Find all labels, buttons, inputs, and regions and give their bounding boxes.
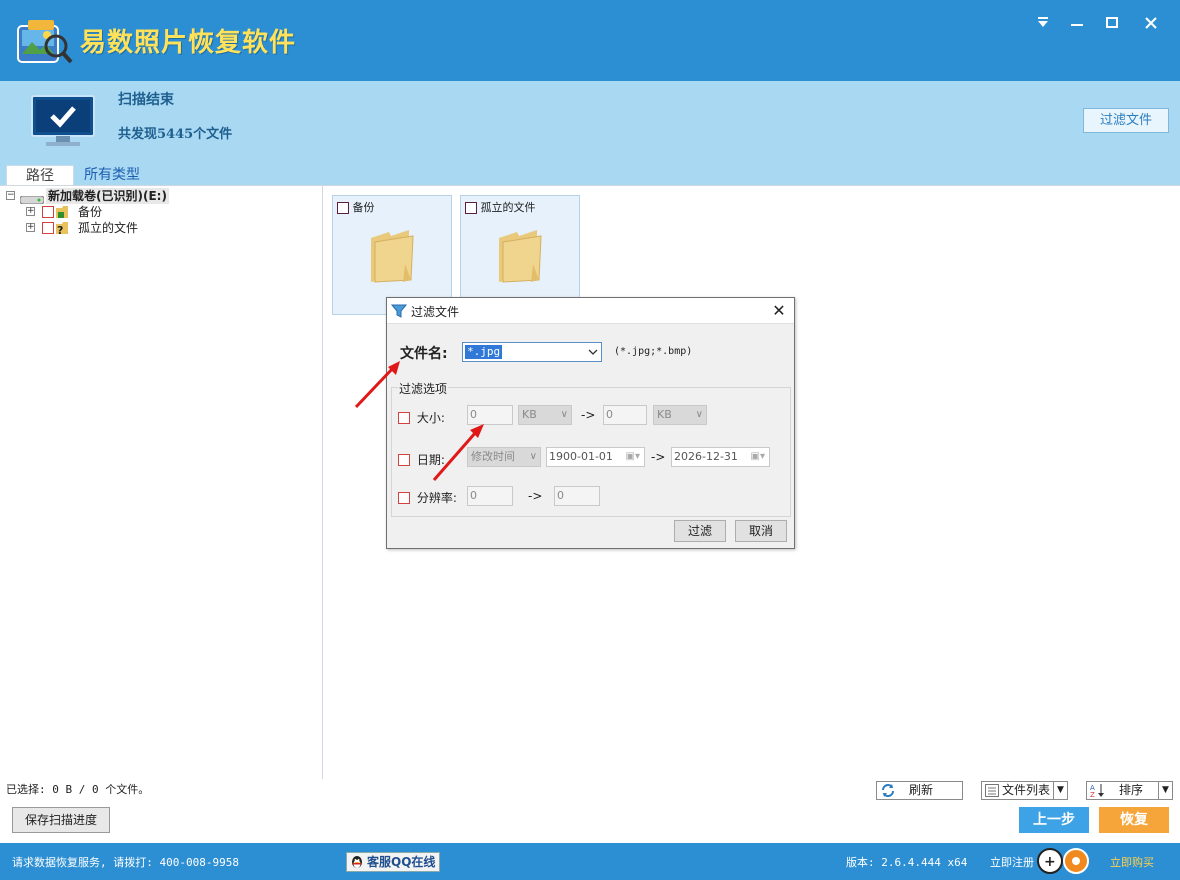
qq-support-label: 客服QQ在线 [367, 855, 436, 869]
version-text: 版本: 2.6.4.444 x64 [846, 856, 968, 869]
filter-files-button[interactable]: 过滤文件 [1083, 108, 1169, 133]
filename-combobox[interactable]: *.jpg [462, 342, 602, 362]
footer-bar: 请求数据恢复服务, 请拨打: 400-008-9958 客服QQ在线 版本: 2… [0, 843, 1180, 880]
orphan-folder-icon: ? [56, 221, 72, 237]
view-tabs: 路径 所有类型 [0, 157, 1180, 185]
folder-icon [499, 230, 542, 283]
expand-icon[interactable]: + [26, 207, 35, 216]
file-list-label: 文件列表 [1002, 783, 1051, 797]
folder-icon [371, 230, 414, 283]
folder-card-label: 备份 [352, 201, 375, 214]
funnel-icon [390, 303, 408, 322]
app-logo-icon [14, 14, 74, 68]
previous-step-button[interactable]: 上一步 [1019, 807, 1089, 833]
resolution-range-arrow: -> [528, 489, 543, 503]
expand-icon[interactable]: + [26, 223, 35, 232]
qq-penguin-icon [349, 854, 365, 875]
calendar-dropdown-icon[interactable]: ▣▾ [751, 448, 765, 466]
apply-filter-button[interactable]: 过滤 [674, 520, 726, 542]
app-title: 易数照片恢复软件 [80, 28, 297, 58]
selection-info: 已选择: 0 B / 0 个文件。 [6, 783, 150, 796]
folder-card-label: 孤立的文件 [480, 201, 536, 214]
svg-text:?: ? [57, 224, 63, 235]
size-unit-min-select[interactable]: KB ∨ [518, 405, 572, 425]
title-bar: 易数照片恢复软件 [0, 0, 1180, 81]
tree-root-label: 新加载卷(已识别)(E:) [46, 188, 169, 204]
sort-label: 排序 [1119, 783, 1144, 797]
buy-link[interactable]: 立即购买 [1110, 854, 1154, 870]
date-to-picker[interactable]: 2026-12-31 ▣▾ [671, 447, 770, 467]
resolution-label: 分辨率: [416, 491, 457, 505]
cancel-button[interactable]: 取消 [735, 520, 787, 542]
chevron-down-icon[interactable]: ▼ [1053, 782, 1067, 799]
service-hotline-text: 请求数据恢复服务, 请拨打: 400-008-9958 [12, 856, 239, 869]
watermark-logo-icon: + [1036, 846, 1092, 876]
list-view-icon [985, 784, 999, 802]
sort-select[interactable]: AZ 排序 ▼ [1086, 781, 1173, 800]
refresh-icon [880, 783, 896, 803]
resolution-filter-row: 分辨率: [398, 489, 457, 506]
scan-status-panel: 扫描结束 共发现5445个文件 过滤文件 [0, 81, 1180, 157]
maximize-icon[interactable] [1099, 10, 1125, 36]
date-range-arrow: -> [651, 450, 666, 464]
chevron-down-icon[interactable]: ∨ [696, 406, 703, 424]
tree-item-label: 孤立的文件 [78, 221, 139, 235]
date-from-picker[interactable]: 1900-01-01 ▣▾ [546, 447, 645, 467]
qq-support-button[interactable]: 客服QQ在线 [346, 852, 440, 872]
size-unit-max-value: KB [657, 408, 672, 421]
annotation-arrow-icon [432, 424, 484, 481]
collapse-icon[interactable]: − [6, 191, 15, 200]
dialog-title: 过滤文件 [411, 305, 460, 319]
monitor-check-icon [30, 94, 96, 150]
calendar-dropdown-icon[interactable]: ▣▾ [626, 448, 640, 466]
scan-status-text: 扫描结束 [118, 92, 174, 108]
tree-checkbox[interactable] [42, 206, 54, 218]
refresh-button[interactable]: 刷新 [876, 781, 963, 800]
close-icon[interactable] [1138, 10, 1164, 36]
file-list-view-select[interactable]: 文件列表 ▼ [981, 781, 1068, 800]
menu-dropdown-icon[interactable] [1030, 10, 1056, 36]
folder-checkbox[interactable] [465, 202, 477, 214]
found-count-text: 共发现5445个文件 [118, 127, 233, 142]
drive-icon [19, 192, 45, 205]
tab-all-types[interactable]: 所有类型 [80, 165, 144, 185]
tree-item-label: 备份 [78, 205, 103, 219]
restore-button[interactable]: 恢复 [1099, 807, 1169, 833]
size-unit-min-value: KB [522, 408, 537, 421]
refresh-label: 刷新 [909, 783, 934, 797]
minimize-icon[interactable] [1064, 10, 1090, 36]
resolution-min-input[interactable]: 0 [467, 486, 513, 506]
save-scan-progress-button[interactable]: 保存扫描进度 [12, 807, 110, 833]
register-link[interactable]: 立即注册 [990, 854, 1034, 870]
date-to-value: 2026-12-31 [674, 450, 738, 463]
folder-tree-pane: − 新加载卷(已识别)(E:) + 备份 + ? 孤立的文件 [0, 185, 323, 779]
chevron-down-icon[interactable]: ∨ [530, 448, 537, 466]
chevron-down-icon[interactable] [587, 344, 599, 363]
date-checkbox[interactable] [398, 453, 410, 466]
chevron-down-icon[interactable]: ▼ [1158, 782, 1172, 799]
tab-path[interactable]: 路径 [6, 165, 74, 185]
chevron-down-icon[interactable]: ∨ [561, 406, 568, 424]
folder-checkbox[interactable] [337, 202, 349, 214]
annotation-arrow-icon [354, 361, 400, 409]
filename-value[interactable]: *.jpg [465, 345, 503, 359]
resolution-checkbox[interactable] [398, 491, 410, 504]
size-range-arrow: -> [581, 408, 596, 422]
svg-text:+: + [1044, 854, 1056, 870]
tree-checkbox[interactable] [42, 222, 54, 234]
folder-icon [56, 205, 72, 219]
resolution-max-input[interactable]: 0 [554, 486, 600, 506]
dialog-titlebar: 过滤文件 ✕ [387, 298, 794, 324]
size-max-input[interactable]: 0 [603, 405, 647, 425]
extension-hint: (*.jpg;*.bmp) [614, 346, 693, 357]
date-from-value: 1900-01-01 [549, 450, 613, 463]
svg-text:Z: Z [1090, 791, 1095, 798]
size-unit-max-select[interactable]: KB ∨ [653, 405, 707, 425]
dialog-close-icon[interactable]: ✕ [770, 301, 788, 320]
sort-icon: AZ [1090, 783, 1106, 803]
